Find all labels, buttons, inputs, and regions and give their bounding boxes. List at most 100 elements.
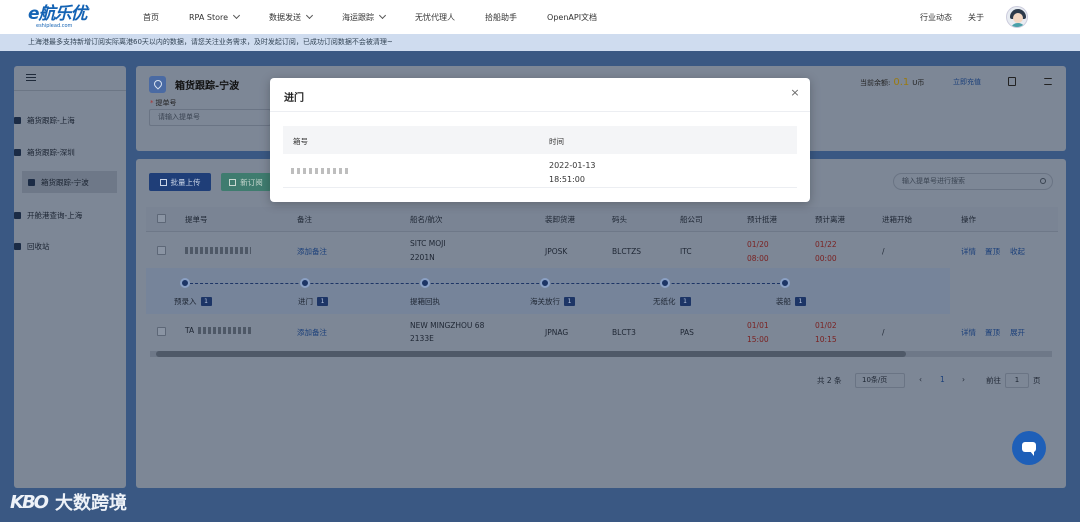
chevron-down-icon — [305, 11, 314, 20]
collapse-menu-icon[interactable] — [26, 74, 36, 82]
grid-icon — [14, 116, 21, 124]
col-remark: 备注 — [297, 215, 312, 224]
timeline-step-receipt[interactable]: 提箱回执 — [410, 296, 440, 307]
timeline-step-paperless[interactable]: 无纸化 1 — [653, 296, 691, 307]
port: JPNAG — [545, 328, 569, 337]
timeline-dot — [660, 278, 670, 288]
add-remark-link[interactable]: 添加备注 — [297, 246, 327, 257]
col-vessel: 船名/航次 — [410, 215, 443, 224]
page-size-select[interactable]: 10条/页 — [855, 373, 905, 388]
voyage: 2133E — [410, 334, 434, 343]
watermark-text: 大数跨境 — [54, 493, 127, 514]
row-checkbox[interactable] — [157, 246, 166, 255]
grid-icon — [14, 211, 21, 219]
bl-prefix: TA — [185, 326, 195, 335]
redacted-bl-number — [185, 247, 251, 254]
sidebar-item-recycle-bin[interactable]: 回收站 — [8, 235, 118, 257]
goto-page-input[interactable]: 1 — [1005, 373, 1029, 388]
sidebar-item-port-query-shanghai[interactable]: 开舱港查询-上海 — [8, 204, 118, 226]
etd-time: 10:15 — [815, 335, 837, 344]
search-input[interactable]: 输入提单号进行搜索 — [893, 173, 1053, 190]
recharge-link[interactable]: 立即充值 — [953, 77, 981, 87]
scrollbar-thumb[interactable] — [156, 351, 906, 357]
prev-page-icon[interactable]: ‹ — [919, 375, 922, 384]
nav-item-shipping-track[interactable]: 海运跟踪 — [342, 11, 387, 23]
status-timeline — [146, 268, 950, 314]
watermark: KBO 大数跨境 — [10, 489, 127, 515]
col-eta: 预计抵港 — [747, 215, 777, 224]
nav-item-news[interactable]: 行业动态 — [920, 12, 952, 23]
timeline-dot — [420, 278, 430, 288]
nav-item-agent[interactable]: 无忧代理人 — [415, 12, 455, 23]
page-title: 箱货跟踪-宁波 — [175, 81, 240, 92]
watermark-logo: KBO — [10, 491, 49, 513]
brand-logo[interactable]: e航乐优 eshiplead.com — [28, 5, 90, 29]
pin-link[interactable]: 置顶 — [985, 246, 1000, 257]
gate-in-modal: 进门 × — [270, 78, 810, 202]
timeline-dot — [180, 278, 190, 288]
document-icon[interactable] — [1008, 77, 1016, 86]
table-header — [146, 207, 1058, 232]
select-all-checkbox[interactable] — [157, 214, 166, 223]
sidebar-item-track-shanghai[interactable]: 箱货跟踪-上海 — [8, 109, 118, 131]
terminal: BLCTZS — [612, 247, 642, 256]
row-checkbox[interactable] — [157, 327, 166, 336]
gate-in: / — [882, 328, 885, 337]
pin-link[interactable]: 置顶 — [985, 327, 1000, 338]
timeline-step-customs[interactable]: 海关放行 1 — [530, 296, 575, 307]
modal-title: 进门 — [284, 93, 304, 104]
col-port: 装卸货港 — [545, 215, 575, 224]
collapse-link[interactable]: 收起 — [1010, 246, 1025, 257]
timeline-dot — [300, 278, 310, 288]
timeline-step-gate-in[interactable]: 进门 1 — [298, 296, 328, 307]
timeline-dot — [540, 278, 550, 288]
chevron-down-icon — [232, 11, 241, 20]
nav-item-ship-helper[interactable]: 拾船助手 — [485, 12, 517, 23]
gate-in: / — [882, 247, 885, 256]
col-carrier: 船公司 — [680, 215, 703, 224]
nav-item-data-send[interactable]: 数据发送 — [269, 11, 314, 23]
nav-item-openapi[interactable]: OpenAPI文档 — [547, 12, 597, 23]
port: JPOSK — [545, 247, 568, 256]
etd-date: 01/22 — [815, 240, 837, 249]
grid-icon — [28, 178, 35, 186]
upload-icon — [159, 178, 167, 186]
batch-upload-button[interactable]: 批量上传 — [149, 173, 211, 191]
add-remark-link[interactable]: 添加备注 — [297, 327, 327, 338]
modal-time: 18:51:00 — [549, 175, 585, 184]
logo-text: e航乐优 — [28, 4, 88, 24]
nav-item-about[interactable]: 关于 — [968, 12, 984, 23]
detail-link[interactable]: 详情 — [961, 327, 976, 338]
voyage: 2201N — [410, 253, 435, 262]
etd-time: 00:00 — [815, 254, 837, 263]
page-number-current[interactable]: 1 — [940, 375, 945, 384]
sidebar-item-track-ningbo[interactable]: 箱货跟踪-宁波 — [22, 171, 117, 193]
chat-icon[interactable] — [1012, 431, 1046, 465]
close-icon[interactable]: × — [789, 87, 801, 99]
terminal: BLCT3 — [612, 328, 636, 337]
new-subscribe-button[interactable]: 新订阅 — [221, 173, 271, 191]
main-nav: 首页 RPA Store 数据发送 海运跟踪 无忧代理人 拾船助手 OpenAP… — [143, 0, 627, 34]
horizontal-scrollbar[interactable] — [150, 351, 1052, 357]
sidebar-item-track-shenzhen[interactable]: 箱货跟踪-深圳 — [8, 141, 118, 163]
nav-right: 行业动态 关于 — [904, 0, 984, 34]
expand-link[interactable]: 展开 — [1010, 327, 1025, 338]
timeline-step-loading[interactable]: 装船 1 — [776, 296, 806, 307]
eta-date: 01/01 — [747, 321, 769, 330]
trash-icon — [14, 242, 21, 250]
nav-item-home[interactable]: 首页 — [143, 12, 159, 23]
etd-date: 01/02 — [815, 321, 837, 330]
col-bl-number: 提单号 — [185, 215, 208, 224]
next-page-icon[interactable]: › — [962, 375, 965, 384]
timeline-step-pre-entry[interactable]: 预录入 1 — [174, 296, 212, 307]
user-avatar[interactable] — [1006, 6, 1028, 28]
detail-link[interactable]: 详情 — [961, 246, 976, 257]
location-icon — [149, 76, 166, 93]
nav-item-rpa-store[interactable]: RPA Store — [189, 11, 241, 22]
modal-table-header — [283, 126, 797, 154]
modal-col-time: 时间 — [549, 137, 564, 146]
bl-number-input[interactable]: 请输入提单号 — [149, 109, 271, 126]
menu-icon[interactable] — [1044, 78, 1052, 85]
col-etd: 预计离港 — [815, 215, 845, 224]
redacted-bl-number — [198, 327, 251, 334]
